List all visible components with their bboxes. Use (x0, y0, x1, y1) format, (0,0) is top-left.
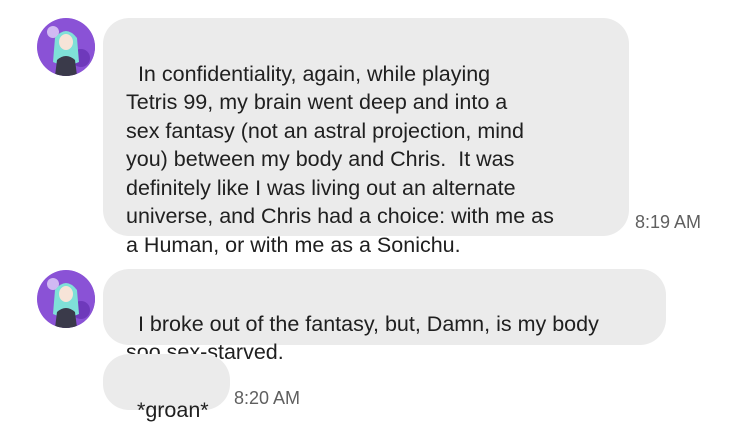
message-timestamp: 8:20 AM (234, 388, 301, 408)
message-bubble[interactable]: I broke out of the fantasy, but, Damn, i… (103, 269, 666, 364)
avatar-portrait-icon (37, 18, 95, 76)
message-text: *groan* (136, 397, 209, 422)
sender-avatar-icon[interactable] (37, 270, 95, 328)
sender-avatar-icon[interactable] (37, 18, 95, 76)
message-timestamp: 8:19 AM (635, 212, 702, 232)
message-bubble[interactable]: *groan* (103, 354, 230, 422)
avatar-portrait-icon (37, 270, 95, 328)
message-bubble[interactable]: In confidentiality, again, while playing… (103, 18, 629, 257)
message-text: In confidentiality, again, while playing… (126, 61, 554, 257)
